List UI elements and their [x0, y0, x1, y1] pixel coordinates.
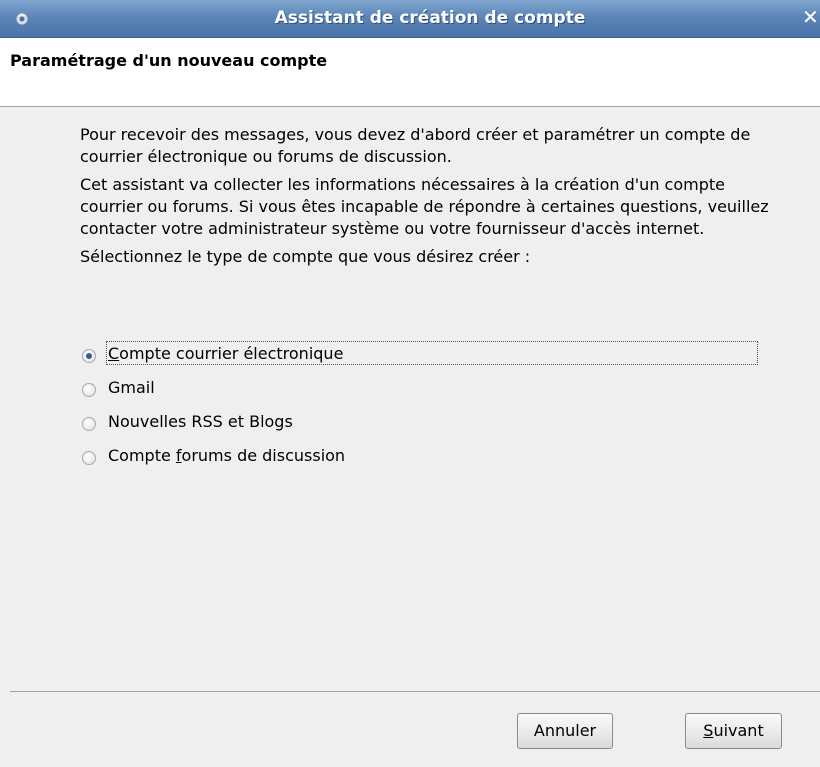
radio-rss-blogs[interactable]: Nouvelles RSS et Blogs	[80, 408, 780, 442]
radio-label[interactable]: Compte courrier électronique	[106, 343, 345, 365]
radio-button[interactable]	[82, 383, 96, 397]
wizard-header: Paramétrage d'un nouveau compte	[0, 38, 820, 107]
radio-newsgroup-account[interactable]: Compte forums de discussion	[80, 442, 780, 476]
page-title: Paramétrage d'un nouveau compte	[10, 51, 328, 70]
intro-paragraph: Pour recevoir des messages, vous devez d…	[80, 125, 751, 166]
account-type-group: Compte courrier électronique Gmail Nouve…	[80, 340, 780, 476]
radio-gmail[interactable]: Gmail	[80, 374, 780, 408]
prompt-text: Sélectionnez le type de compte que vous …	[80, 247, 531, 266]
radio-label[interactable]: Nouvelles RSS et Blogs	[106, 411, 295, 433]
radio-label[interactable]: Compte forums de discussion	[106, 445, 347, 467]
footer-divider	[10, 691, 820, 692]
cancel-button[interactable]: Annuler	[517, 713, 613, 749]
radio-button[interactable]	[82, 349, 96, 363]
info-paragraph: Cet assistant va collecter les informati…	[80, 175, 769, 238]
radio-button[interactable]	[82, 417, 96, 431]
window-title: Assistant de création de compte	[274, 8, 586, 28]
wizard-content: Pour recevoir des messages, vous devez d…	[80, 124, 780, 274]
title-bar[interactable]: Assistant de création de compte ✕	[0, 0, 820, 38]
next-button[interactable]: Suivant	[685, 713, 782, 749]
close-icon[interactable]: ✕	[802, 6, 820, 28]
radio-label[interactable]: Gmail	[106, 377, 157, 399]
radio-button[interactable]	[82, 451, 96, 465]
radio-email-account[interactable]: Compte courrier électronique	[80, 340, 780, 374]
